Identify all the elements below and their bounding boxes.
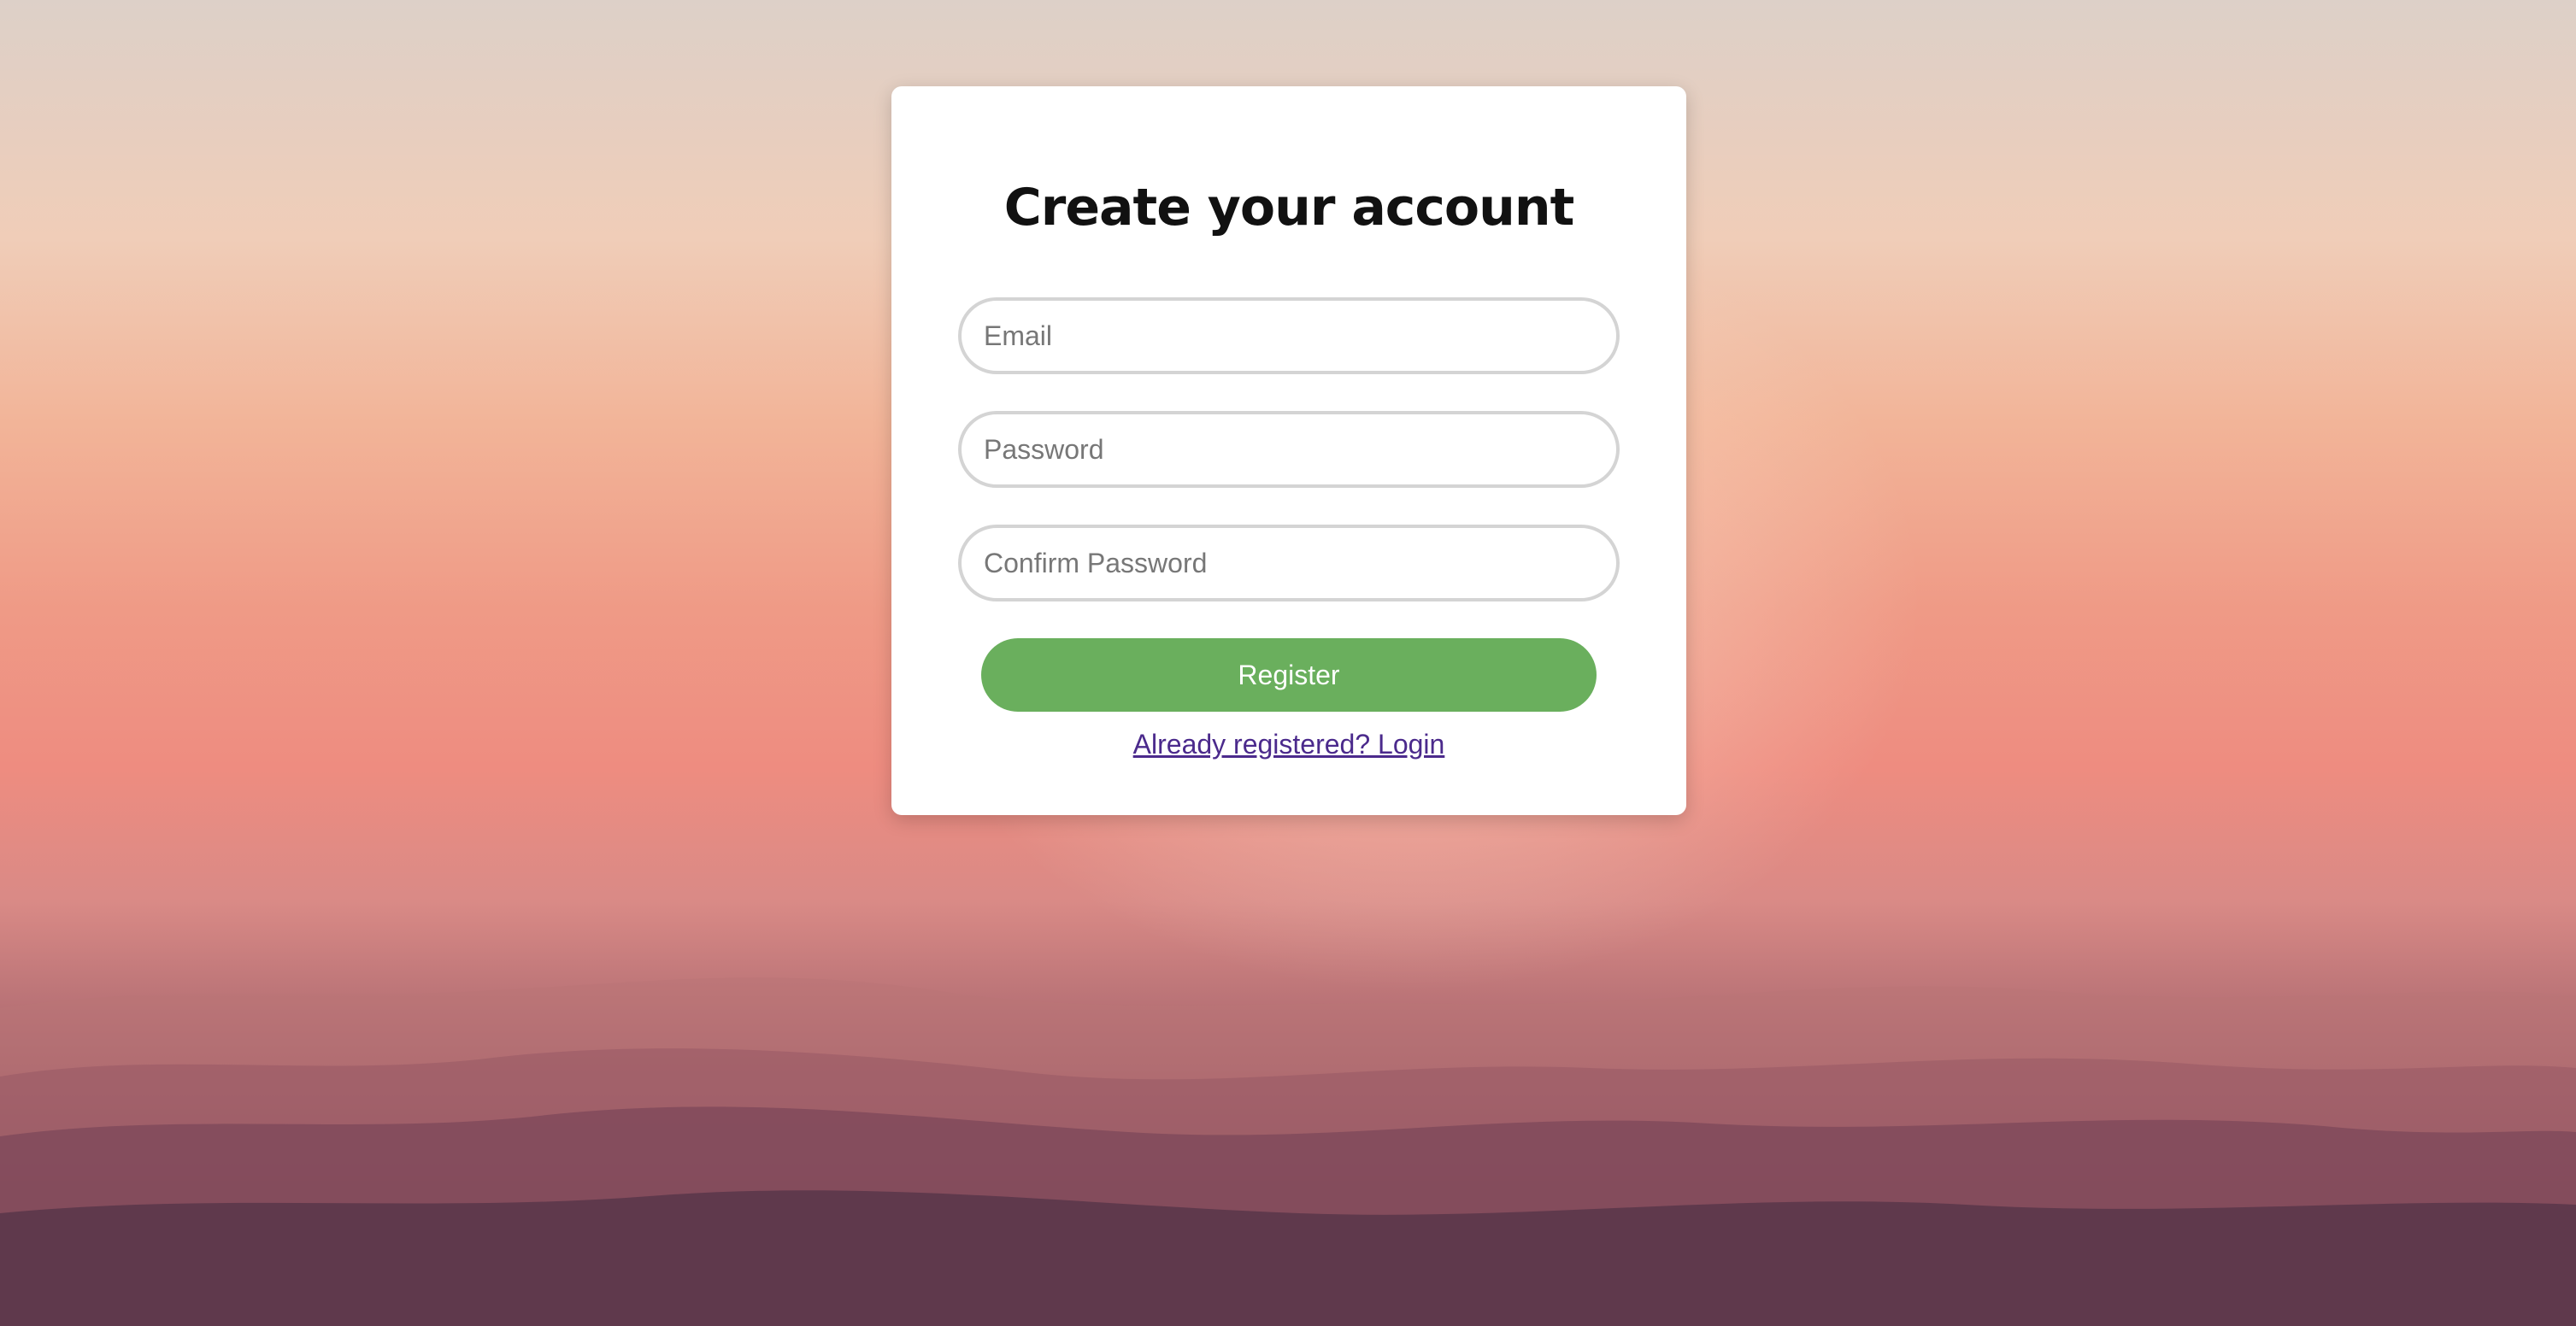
- login-link[interactable]: Already registered? Login: [891, 729, 1686, 760]
- page-title: Create your account: [1003, 178, 1575, 238]
- password-field[interactable]: [958, 411, 1620, 488]
- register-button[interactable]: Register: [981, 638, 1597, 712]
- confirm-password-field[interactable]: [958, 525, 1620, 601]
- register-card: Create your account Register Already reg…: [891, 86, 1686, 815]
- email-field[interactable]: [958, 297, 1620, 374]
